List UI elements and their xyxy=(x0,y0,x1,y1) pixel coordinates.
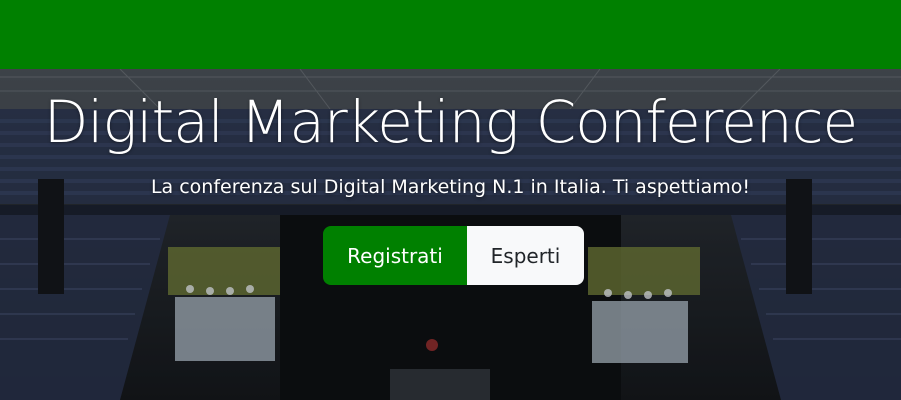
top-navbar xyxy=(0,0,901,69)
experts-button[interactable]: Esperti xyxy=(467,226,584,285)
register-button[interactable]: Registrati xyxy=(323,226,467,285)
hero-title: Digital Marketing Conference xyxy=(43,88,858,156)
hero-subtitle: La conferenza sul Digital Marketing N.1 … xyxy=(150,176,751,198)
page: Digital Marketing Conference La conferen… xyxy=(0,0,901,400)
hero-section: Digital Marketing Conference La conferen… xyxy=(0,69,901,400)
hero-button-group: Registrati Esperti xyxy=(323,226,584,285)
